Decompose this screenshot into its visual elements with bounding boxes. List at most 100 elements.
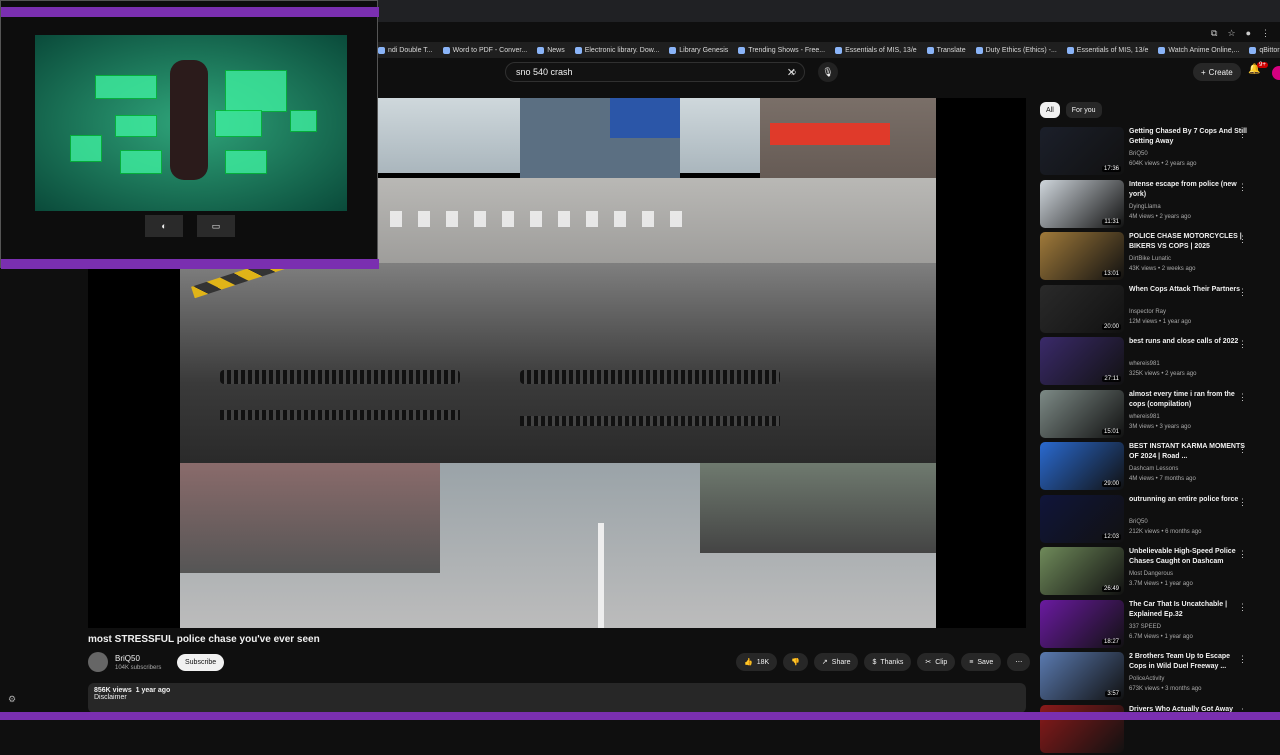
rec-menu-icon[interactable]: ⋮	[1238, 287, 1247, 298]
recommended-video[interactable]: 26:49 Unbelievable High-Speed Police Chas…	[1040, 547, 1280, 597]
recommended-video[interactable]: 12:03 outrunning an entire police force Br…	[1040, 494, 1280, 545]
bookmark-item[interactable]: Essentials of MIS, 13/e	[835, 46, 917, 54]
rec-title[interactable]: The Car That Is Uncatchable | Explained …	[1129, 600, 1249, 620]
clip-button[interactable]: ✂ Clip	[917, 653, 956, 671]
bookmark-item[interactable]: Trending Shows - Free...	[738, 46, 825, 54]
recommended-video[interactable]: 15:01 almost every time i ran from the co…	[1040, 389, 1280, 440]
recommended-video[interactable]: 3:57 2 Brothers Team Up to Escape Cops in…	[1040, 652, 1280, 702]
search-icon[interactable]: ⌕	[782, 62, 806, 82]
pip-title-bar	[1, 7, 379, 17]
bookmark-item[interactable]: Essentials of MIS, 13/e	[1066, 46, 1148, 54]
channel-name[interactable]: BriQ50	[115, 654, 140, 663]
rec-channel[interactable]: Most Dangerous	[1129, 571, 1173, 577]
rec-thumbnail[interactable]: 29:00	[1040, 442, 1124, 490]
rec-title[interactable]: outrunning an entire police force	[1129, 495, 1249, 505]
rec-channel[interactable]: Dashcam Lessons	[1129, 466, 1178, 472]
microphone-icon[interactable]: 🎙	[818, 62, 838, 82]
rec-menu-icon[interactable]: ⋮	[1238, 654, 1247, 665]
search-box[interactable]: ✕	[505, 62, 805, 82]
rec-menu-icon[interactable]: ⋮	[1238, 129, 1247, 140]
rec-duration: 17:36	[1101, 166, 1121, 172]
settings-gear-icon[interactable]: ⚙	[8, 694, 16, 705]
menu-icon[interactable]: ⋮	[1261, 28, 1270, 39]
rec-channel[interactable]: DirtBike Lunatic	[1129, 256, 1171, 262]
rec-channel[interactable]: PoliceActivity	[1129, 676, 1164, 682]
rec-thumbnail[interactable]: 15:01	[1040, 389, 1124, 438]
rec-channel[interactable]: DyingLlama	[1129, 204, 1161, 210]
thanks-button[interactable]: $ Thanks	[864, 653, 912, 671]
rec-menu-icon[interactable]: ⋮	[1238, 339, 1247, 350]
rec-thumbnail[interactable]: 20:00	[1040, 284, 1124, 333]
rec-title[interactable]: When Cops Attack Their Partners	[1129, 285, 1249, 295]
rec-menu-icon[interactable]: ⋮	[1238, 444, 1247, 455]
bookmark-item[interactable]: Translate	[926, 46, 966, 54]
recommended-video[interactable]: 17:36 Getting Chased By 7 Cops And Still …	[1040, 127, 1280, 177]
star-icon[interactable]: ☆	[1227, 28, 1235, 39]
picture-in-picture-window[interactable]: ◐ ▭	[0, 0, 379, 269]
recommended-video[interactable]: 29:00 BEST INSTANT KARMA MOMENTS OF 2024 …	[1040, 442, 1280, 492]
recommended-video[interactable]: 13:01 POLICE CHASE MOTORCYCLES | BIKERS V…	[1040, 232, 1280, 282]
pip-toggle-icon[interactable]: ▭	[197, 215, 235, 237]
dislike-button[interactable]: 👎	[783, 653, 808, 671]
rec-duration: 11:31	[1102, 218, 1121, 225]
bookmark-item[interactable]: News	[537, 46, 565, 54]
subscriber-count: 104K subscribers	[115, 665, 162, 671]
rec-thumbnail[interactable]: 17:36	[1040, 127, 1124, 175]
rec-menu-icon[interactable]: ⋮	[1238, 549, 1247, 560]
rec-title[interactable]: Intense escape from police (new york)	[1129, 180, 1249, 200]
rec-channel[interactable]: BriQ50	[1129, 151, 1148, 157]
rec-title[interactable]: almost every time i ran from the cops (c…	[1129, 390, 1249, 410]
subscribe-button[interactable]: Subscribe	[177, 654, 225, 671]
recommended-video[interactable]: 27:11 best runs and close calls of 2022 wh…	[1040, 337, 1280, 387]
rec-menu-icon[interactable]: ⋮	[1238, 392, 1247, 403]
rec-menu-icon[interactable]: ⋮	[1238, 234, 1247, 245]
rec-menu-icon[interactable]: ⋮	[1238, 182, 1247, 193]
back-to-tab-icon[interactable]: ◐	[145, 215, 183, 237]
bookmark-item[interactable]: Duty Ethics (Ethics) -...	[975, 46, 1057, 54]
bookmark-item[interactable]: ndi Double T...	[378, 46, 433, 54]
account-avatar[interactable]	[1272, 66, 1280, 80]
rec-title[interactable]: 2 Brothers Team Up to Escape Cops in Wil…	[1129, 652, 1249, 672]
rec-thumbnail[interactable]: 13:01	[1040, 232, 1124, 280]
bookmark-item[interactable]: Word to PDF - Conver...	[442, 46, 527, 54]
rec-thumbnail[interactable]: 3:57	[1040, 652, 1124, 700]
rec-menu-icon[interactable]: ⋮	[1238, 602, 1247, 613]
rec-title[interactable]: BEST INSTANT KARMA MOMENTS OF 2024 | Roa…	[1129, 442, 1249, 462]
description-box[interactable]: 856K views 1 year ago Disclaimer	[88, 683, 1026, 713]
rec-channel[interactable]: 337 SPEED	[1129, 624, 1161, 630]
save-button[interactable]: ≡ Save	[961, 653, 1002, 671]
rec-channel[interactable]: whereis981	[1129, 361, 1160, 367]
channel-avatar[interactable]	[88, 652, 108, 672]
chip-for-you[interactable]: For you	[1065, 102, 1102, 118]
bookmark-item[interactable]: Electronic library. Dow...	[574, 46, 659, 54]
rec-title[interactable]: best runs and close calls of 2022	[1129, 337, 1249, 347]
share-button[interactable]: ↗ Share	[813, 653, 859, 671]
rec-thumbnail[interactable]: 18:27	[1040, 599, 1124, 648]
rec-thumbnail[interactable]: 12:03	[1040, 494, 1124, 543]
chip-all[interactable]: All	[1040, 102, 1060, 118]
profile-icon[interactable]: ●	[1246, 28, 1251, 39]
recommended-video[interactable]: 18:27 The Car That Is Uncatchable | Expla…	[1040, 599, 1280, 650]
rec-channel[interactable]: Inspector Ray	[1129, 309, 1166, 315]
bookmark-item[interactable]: qBittorrent Official We...	[1249, 46, 1280, 54]
recommended-video[interactable]: 20:00 When Cops Attack Their Partners Insp…	[1040, 284, 1280, 335]
rec-channel[interactable]: whereis981	[1129, 414, 1160, 420]
extension-icon[interactable]: ⧉	[1211, 28, 1217, 39]
bookmark-item[interactable]: Watch Anime Online,...	[1158, 46, 1239, 54]
rec-thumbnail[interactable]: 26:49	[1040, 547, 1124, 595]
bookmark-favicon-icon	[1066, 46, 1074, 54]
rec-thumbnail[interactable]: 11:31	[1040, 179, 1124, 228]
rec-menu-icon[interactable]: ⋮	[1238, 497, 1247, 508]
bookmark-item[interactable]: Library Genesis	[669, 46, 728, 54]
more-actions-button[interactable]: ⋯	[1007, 653, 1031, 671]
rec-thumbnail[interactable]: 27:11	[1040, 337, 1124, 385]
rec-channel[interactable]: BriQ50	[1129, 519, 1148, 525]
rec-title[interactable]: POLICE CHASE MOTORCYCLES | BIKERS VS COP…	[1129, 232, 1249, 252]
like-button[interactable]: 👍 18K	[736, 653, 778, 671]
rec-duration: 27:11	[1102, 376, 1121, 382]
create-button[interactable]: + Create	[1193, 63, 1241, 81]
recommended-video[interactable]: 11:31 Intense escape from police (new yor…	[1040, 179, 1280, 230]
rec-title[interactable]: Getting Chased By 7 Cops And Still Getti…	[1129, 127, 1249, 147]
search-input[interactable]	[514, 66, 783, 78]
rec-title[interactable]: Unbelievable High-Speed Police Chases Ca…	[1129, 547, 1249, 567]
